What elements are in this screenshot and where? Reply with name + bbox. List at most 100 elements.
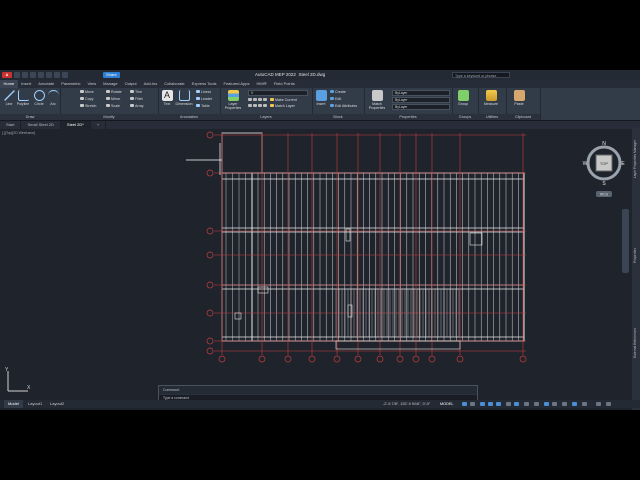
linear-dropdown[interactable]: Linear — [196, 90, 211, 95]
units-button[interactable] — [544, 402, 549, 406]
file-tab-start[interactable]: Start — [0, 121, 22, 129]
tab-featured-apps[interactable]: Featured Apps — [220, 80, 253, 88]
layout1-tab[interactable]: Layout1 — [24, 400, 46, 408]
stretch-button[interactable]: Stretch — [80, 104, 96, 109]
measure-button[interactable]: Measure — [482, 90, 500, 106]
hardware-acceleration[interactable] — [572, 402, 577, 406]
customization-menu[interactable] — [596, 402, 601, 406]
palette-layer-properties[interactable]: Layer Properties Manager — [633, 140, 637, 178]
palette-properties[interactable]: Properties — [633, 248, 637, 263]
color-dropdown[interactable]: ByLayer — [392, 90, 450, 97]
tab-addins[interactable]: Add-ins — [140, 80, 161, 88]
application-menu-button[interactable]: A — [2, 72, 12, 78]
draw-panel-title[interactable]: Draw — [0, 114, 60, 120]
mirror-button[interactable]: Mirror — [106, 97, 120, 102]
annotation-scale[interactable] — [524, 402, 529, 406]
table-button[interactable]: Table — [196, 104, 210, 109]
compass-north[interactable]: N — [602, 141, 606, 147]
palette-external-references[interactable]: External References — [633, 328, 637, 358]
layers-panel-title[interactable]: Layers — [220, 114, 312, 120]
match-properties-button[interactable]: Match Properties — [366, 90, 388, 110]
settings-icon[interactable] — [606, 402, 611, 406]
layout2-tab[interactable]: Layout2 — [46, 400, 68, 408]
trim-button[interactable]: Trim — [130, 90, 142, 95]
paste-button[interactable]: Paste — [510, 90, 528, 106]
coordinate-readout[interactable]: -2'-5 7/8", 132'-9 9/16", 0'-0" — [383, 400, 430, 408]
clean-screen[interactable] — [582, 402, 587, 406]
quick-properties[interactable] — [552, 402, 557, 406]
block-panel-title[interactable]: Block — [312, 114, 364, 120]
tab-hmi[interactable]: HMI® — [253, 80, 270, 88]
workspace-switch[interactable] — [534, 402, 539, 406]
tab-view[interactable]: View — [84, 80, 100, 88]
tab-output[interactable]: Output — [121, 80, 140, 88]
layer-tools-icons[interactable] — [248, 98, 268, 103]
tab-annotate[interactable]: Annotate — [35, 80, 58, 88]
fillet-button[interactable]: Fillet — [130, 97, 143, 102]
new-icon[interactable] — [14, 72, 20, 78]
model-tab[interactable]: Model — [4, 400, 23, 408]
copy-button[interactable]: Copy — [80, 97, 93, 102]
edit-attributes-button[interactable]: Edit Attributes — [330, 104, 357, 109]
utilities-panel: Measure Utilities — [478, 88, 507, 120]
lineweight-dropdown[interactable]: ByLayer — [392, 97, 450, 104]
lineweight-toggle[interactable] — [506, 402, 511, 406]
scale-button[interactable]: Scale — [106, 104, 120, 109]
tab-express-tools[interactable]: Express Tools — [188, 80, 220, 88]
tab-manage[interactable]: Manage — [100, 80, 121, 88]
undo-icon[interactable] — [54, 72, 60, 78]
draw-panel: Line Polyline Circle Arc Draw — [0, 88, 61, 120]
insert-button[interactable]: Insert — [312, 90, 330, 106]
group-button[interactable]: Group — [454, 90, 472, 106]
modify-panel-title[interactable]: Modify — [60, 114, 158, 120]
drawing-canvas[interactable]: [-][Top][2D Wireframe] TOP N S E W WCS Y… — [0, 129, 640, 399]
leader-dropdown[interactable]: Leader — [196, 97, 212, 102]
linetype-dropdown[interactable]: ByLayer — [392, 104, 450, 111]
create-block-button[interactable]: Create — [330, 90, 346, 95]
edit-block-button[interactable]: Edit — [330, 97, 341, 102]
rotate-button[interactable]: Rotate — [106, 90, 122, 95]
properties-panel-title[interactable]: Properties — [364, 114, 452, 120]
layer-dropdown[interactable]: 0 — [248, 90, 308, 97]
isolate-objects[interactable] — [562, 402, 567, 406]
compass-west[interactable]: W — [583, 161, 588, 167]
clipboard-panel-title[interactable]: Clipboard — [506, 114, 540, 120]
search-input[interactable]: Type a keyword or phrase — [452, 72, 510, 78]
navigation-bar[interactable] — [622, 209, 629, 273]
print-icon[interactable] — [46, 72, 52, 78]
tab-insert[interactable]: Insert — [18, 80, 35, 88]
compass-south[interactable]: S — [602, 181, 606, 187]
groups-panel-title[interactable]: Groups — [452, 114, 478, 120]
array-button[interactable]: Array — [130, 104, 144, 109]
match-layer-button[interactable]: Match Layer — [270, 104, 295, 109]
layer-properties-button[interactable]: Layer Properties — [222, 90, 244, 110]
move-button[interactable]: Move — [80, 90, 94, 95]
redo-icon[interactable] — [62, 72, 68, 78]
tab-field-points[interactable]: Field Points — [270, 80, 298, 88]
tab-collaborate[interactable]: Collaborate — [161, 80, 188, 88]
polar-toggle[interactable] — [488, 402, 493, 406]
make-current-button[interactable]: Make Current — [270, 98, 297, 103]
layer-tools-icons-2[interactable] — [248, 104, 268, 109]
annotation-panel-title[interactable]: Annotation — [158, 114, 220, 120]
text-button[interactable]: A Text — [158, 90, 176, 106]
model-space-button[interactable]: MODEL — [440, 400, 454, 408]
file-tab-steel-2d[interactable]: Steel 2D* — [60, 121, 91, 129]
saveas-icon[interactable] — [38, 72, 44, 78]
file-tab-small-steel[interactable]: Small Steel 2D — [21, 121, 61, 129]
dimension-button[interactable]: Dimension — [175, 90, 193, 106]
viewcube[interactable]: TOP N S E W WCS — [580, 139, 628, 199]
osnap-toggle[interactable] — [496, 402, 501, 406]
selection-cycling-toggle[interactable] — [514, 402, 519, 406]
grid-toggle[interactable] — [462, 402, 467, 406]
tab-parametric[interactable]: Parametric — [58, 80, 84, 88]
save-icon[interactable] — [30, 72, 36, 78]
utilities-panel-title[interactable]: Utilities — [478, 114, 506, 120]
ortho-toggle[interactable] — [480, 402, 485, 406]
snap-toggle[interactable] — [470, 402, 475, 406]
compass-east[interactable]: E — [621, 161, 625, 167]
open-icon[interactable] — [22, 72, 28, 78]
tab-home[interactable]: Home — [0, 80, 18, 88]
new-tab-button[interactable]: + — [91, 121, 107, 129]
share-button[interactable]: Share — [103, 72, 120, 78]
